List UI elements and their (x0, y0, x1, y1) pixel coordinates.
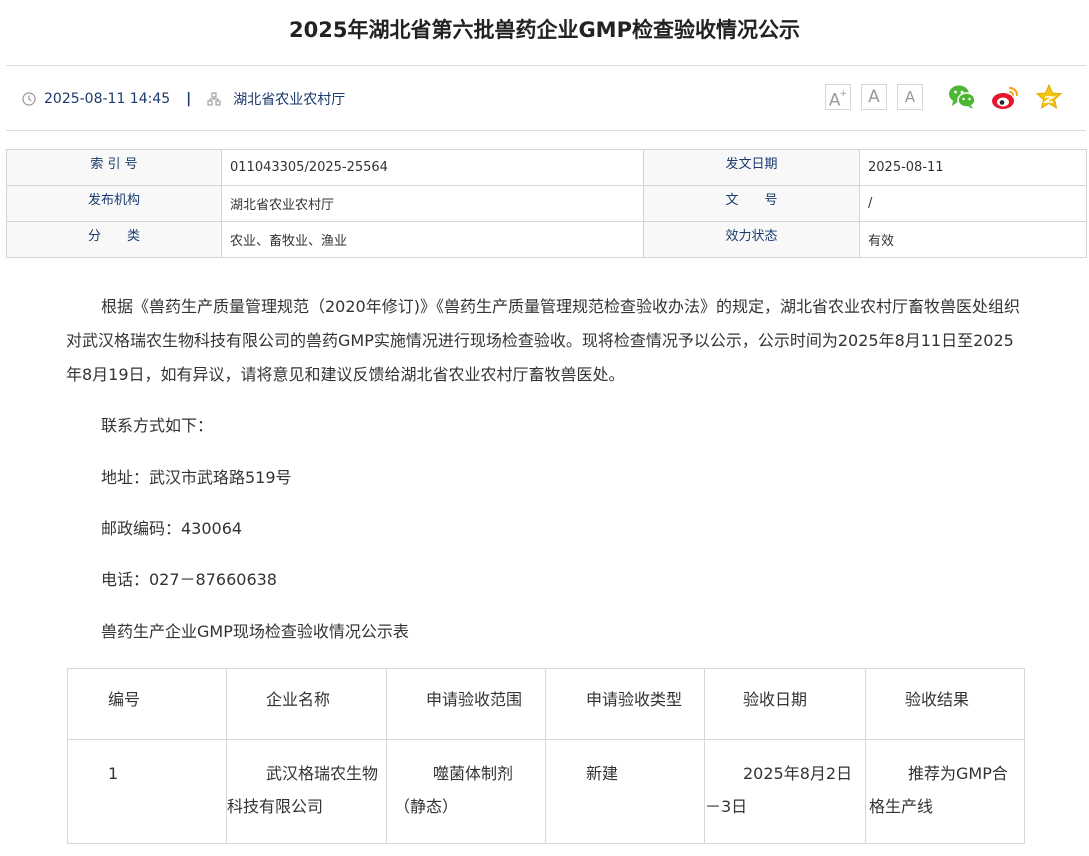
info-key: 索 引 号 (6, 149, 222, 186)
weibo-icon[interactable] (990, 82, 1020, 112)
header-cell: 申请验收范围 (386, 668, 546, 740)
contact-phone: 电话：027－87660638 (101, 570, 277, 589)
title-divider (6, 65, 1086, 66)
table-header-row: 编号 企业名称 申请验收范围 申请验收类型 验收日期 验收结果 (67, 668, 1025, 740)
table-cell: 2025年8月2日－3日 (704, 739, 866, 844)
publish-datetime: 2025-08-11 14:45 (44, 91, 171, 107)
info-row: 发布机构 湖北省农业农村厅 文 号 / (6, 185, 1087, 222)
page-title: 2025年湖北省第六批兽药企业GMP检查验收情况公示 (289, 18, 800, 42)
table-cell: 推荐为GMP合格生产线 (865, 739, 1025, 844)
table-cell: 噬菌体制剂（静态） (386, 739, 546, 844)
table-cell: 1 (67, 739, 227, 844)
font-size-increase-button[interactable]: A+ (825, 84, 851, 111)
table-row: 1 武汉格瑞农生物科技有限公司 噬菌体制剂（静态） 新建 2025年8月2日－3… (67, 739, 1025, 844)
intro-paragraph: 根据《兽药生产质量管理规范（2020年修订)》《兽药生产质量管理规范检查验收办法… (66, 297, 1020, 384)
meta-bar: 2025-08-11 14:45 | 湖北省农业农村厅 (22, 88, 345, 110)
contact-postcode: 邮政编码：430064 (101, 519, 243, 538)
header-cell: 申请验收类型 (545, 668, 705, 740)
favorite-star-icon[interactable] (1034, 82, 1064, 112)
info-value: 2025-08-11 (859, 149, 1087, 186)
info-value: / (859, 185, 1087, 222)
document-info-table: 索 引 号 011043305/2025-25564 发文日期 2025-08-… (6, 149, 1087, 258)
meta-divider (6, 130, 1086, 131)
header-cell: 验收结果 (865, 668, 1025, 740)
header-cell: 验收日期 (704, 668, 866, 740)
info-row: 索 引 号 011043305/2025-25564 发文日期 2025-08-… (6, 149, 1087, 186)
info-value: 湖北省农业农村厅 (221, 185, 644, 222)
table-caption: 兽药生产企业GMP现场检查验收情况公示表 (101, 622, 409, 641)
info-key: 文 号 (643, 185, 860, 222)
table-cell: 新建 (545, 739, 705, 844)
source-link[interactable]: 湖北省农业农村厅 (233, 89, 345, 109)
header-cell: 编号 (67, 668, 227, 740)
info-row: 分 类 农业、畜牧业、渔业 效力状态 有效 (6, 221, 1087, 258)
info-value: 有效 (859, 221, 1087, 258)
wechat-icon[interactable] (947, 82, 977, 112)
info-key: 发布机构 (6, 185, 222, 222)
info-value: 011043305/2025-25564 (221, 149, 644, 186)
font-size-default-button[interactable]: A (861, 84, 887, 110)
info-value: 农业、畜牧业、渔业 (221, 221, 644, 258)
header-cell: 企业名称 (226, 668, 387, 740)
clock-icon (22, 92, 36, 106)
info-key: 分 类 (6, 221, 222, 258)
info-key: 效力状态 (643, 221, 860, 258)
gmp-inspection-table: 编号 企业名称 申请验收范围 申请验收类型 验收日期 验收结果 1 武汉格瑞农生… (67, 668, 1025, 844)
org-chart-icon (207, 92, 221, 106)
table-cell: 武汉格瑞农生物科技有限公司 (226, 739, 387, 844)
contact-address: 地址：武汉市武珞路519号 (101, 468, 292, 487)
info-key: 发文日期 (643, 149, 860, 186)
meta-separator: | (186, 91, 192, 107)
font-size-decrease-button[interactable]: A (897, 84, 923, 110)
contact-heading: 联系方式如下： (101, 416, 214, 435)
